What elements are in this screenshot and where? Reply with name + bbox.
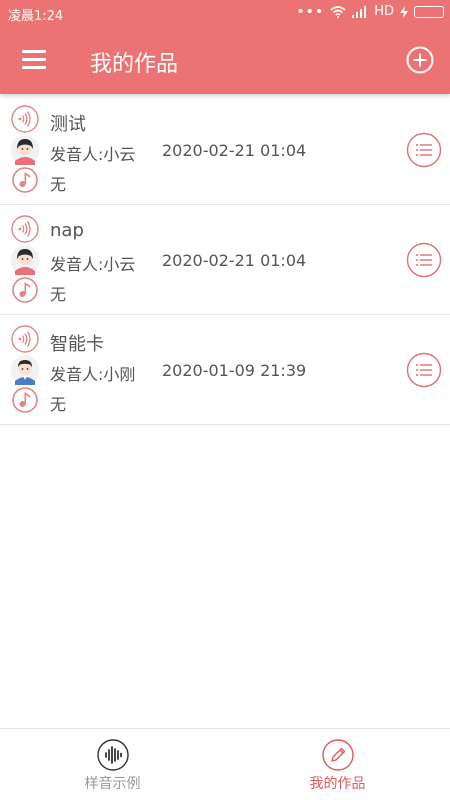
music-note-icon [12, 277, 38, 303]
works-list: 测试 发音人:小云 2020-02-21 01:04 无 nap 发音人:小云 … [0, 95, 450, 425]
male-avatar-icon [10, 355, 40, 385]
background-music-label: 无 [50, 395, 67, 414]
speaker-label: 发音人:小云 [50, 255, 136, 274]
charging-bolt-icon [400, 5, 408, 18]
tab-sample-voices[interactable]: 样音示例 [0, 729, 225, 800]
speaker-label: 发音人:小刚 [50, 365, 136, 384]
music-note-icon [12, 167, 38, 193]
work-name: 测试 [50, 114, 86, 135]
created-datetime: 2020-01-09 21:39 [162, 361, 307, 380]
music-note-icon [12, 387, 38, 413]
work-name: 智能卡 [50, 334, 104, 355]
edit-pencil-icon [321, 739, 354, 771]
background-music-label: 无 [50, 175, 67, 194]
tab-my-works[interactable]: 我的作品 [225, 729, 450, 800]
sound-wave-icon [11, 215, 39, 243]
tab-label: 我的作品 [309, 776, 366, 792]
signal-icon [352, 5, 367, 18]
list-menu-icon[interactable] [406, 132, 442, 168]
sound-wave-icon [96, 739, 129, 771]
app-bar: 我的作品 [0, 26, 450, 94]
created-datetime: 2020-02-21 01:04 [162, 251, 307, 270]
hamburger-menu-icon[interactable] [22, 50, 48, 70]
wifi-icon [330, 5, 346, 18]
sound-wave-icon [11, 105, 39, 133]
more-dots-icon: ••• [296, 3, 325, 20]
tab-label: 样音示例 [84, 776, 141, 792]
status-time: 凌晨1:24 [8, 9, 64, 24]
list-menu-icon[interactable] [406, 352, 442, 388]
list-item[interactable]: nap 发音人:小云 2020-02-21 01:04 无 [0, 205, 450, 315]
created-datetime: 2020-02-21 01:04 [162, 141, 307, 160]
list-menu-icon[interactable] [406, 242, 442, 278]
speaker-label: 发音人:小云 [50, 145, 136, 164]
sound-wave-icon [11, 325, 39, 353]
list-item[interactable]: 智能卡 发音人:小刚 2020-01-09 21:39 无 [0, 315, 450, 425]
list-item[interactable]: 测试 发音人:小云 2020-02-21 01:04 无 [0, 95, 450, 205]
female-avatar-icon [10, 135, 40, 165]
status-indicators: ••• HD [296, 4, 444, 19]
female-avatar-icon [10, 245, 40, 275]
plus-circle-icon[interactable] [406, 46, 434, 74]
bottom-navigation: 样音示例 我的作品 [0, 728, 450, 800]
background-music-label: 无 [50, 285, 67, 304]
battery-icon [414, 5, 444, 18]
page-title: 我的作品 [90, 52, 179, 77]
status-bar: 凌晨1:24 ••• HD [0, 0, 450, 26]
network-type-label: HD [374, 4, 394, 19]
work-name: nap [50, 220, 84, 241]
